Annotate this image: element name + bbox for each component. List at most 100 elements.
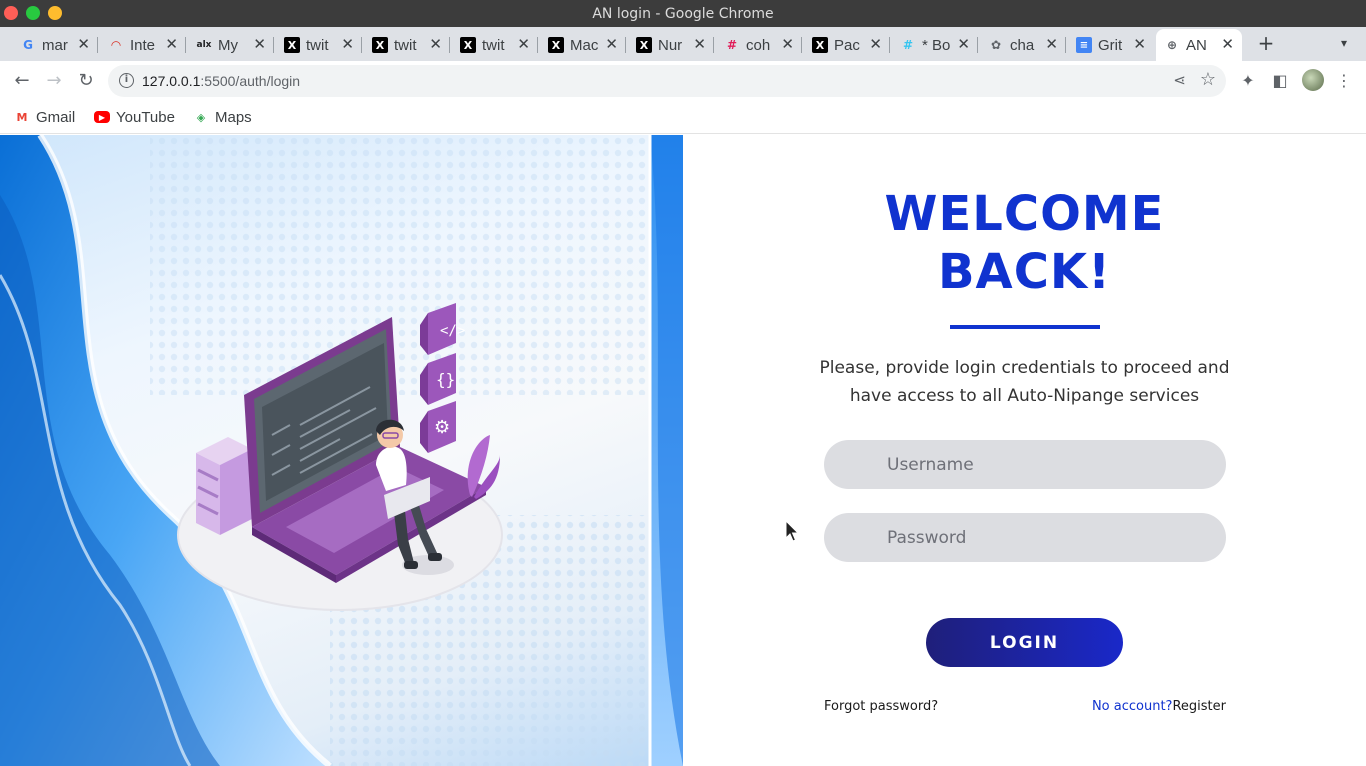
openai-icon: ✿ <box>990 38 1002 52</box>
close-icon[interactable]: ✕ <box>1045 35 1058 53</box>
x-icon: X <box>284 37 300 53</box>
close-icon[interactable]: ✕ <box>869 35 882 53</box>
tab-chatgpt[interactable]: ✿ cha ✕ <box>980 29 1066 61</box>
forgot-password-link[interactable]: Forgot password? <box>824 699 938 714</box>
tab-twitter-1[interactable]: X twit ✕ <box>276 29 362 61</box>
share-icon[interactable]: ⋖ <box>1173 71 1186 89</box>
close-icon[interactable]: ✕ <box>957 35 970 53</box>
close-icon[interactable]: ✕ <box>781 35 794 53</box>
bookmark-label: Maps <box>215 108 252 126</box>
slack-icon: # <box>902 38 914 52</box>
close-icon[interactable]: ✕ <box>77 35 90 53</box>
login-subtitle: Please, provide login credentials to pro… <box>819 358 1230 406</box>
window-title: AN login - Google Chrome <box>592 6 774 22</box>
x-icon: X <box>372 37 388 53</box>
side-panel-icon[interactable]: ◧ <box>1268 69 1292 93</box>
tab-strip: G mar ✕ ◠ Inte ✕ alx My ✕ X twit ✕ X twi… <box>0 27 1366 61</box>
svg-text:⚙: ⚙ <box>434 417 450 438</box>
forward-button[interactable]: → <box>42 69 66 93</box>
tab-label: Nur <box>658 36 683 54</box>
tab-slack-coh[interactable]: # coh ✕ <box>716 29 802 61</box>
close-icon[interactable]: ✕ <box>1133 35 1146 53</box>
password-input[interactable] <box>824 513 1226 562</box>
reload-button[interactable]: ↻ <box>74 69 98 93</box>
youtube-icon: ▶ <box>94 111 110 123</box>
server-stack-illustration <box>196 437 252 535</box>
bookmark-label: YouTube <box>116 108 175 126</box>
bookmark-label: Gmail <box>36 108 76 126</box>
maps-icon: ◈ <box>196 110 206 124</box>
tab-alx[interactable]: alx My ✕ <box>188 29 274 61</box>
tab-label: My <box>218 36 238 54</box>
tab-slack-bo[interactable]: # * Bo ✕ <box>892 29 978 61</box>
google-icon: G <box>23 38 33 52</box>
speedometer-icon: ◠ <box>111 38 121 52</box>
slack-icon: # <box>726 38 738 52</box>
tab-label: coh <box>746 36 771 54</box>
login-panel: WELCOME BACK! Please, provide login cred… <box>683 135 1366 766</box>
x-icon: X <box>812 37 828 53</box>
close-icon[interactable]: ✕ <box>517 35 530 53</box>
close-icon[interactable]: ✕ <box>429 35 442 53</box>
address-bar[interactable]: i 127.0.0.1:5500/auth/login ⋖ ☆ <box>108 65 1226 97</box>
tab-label: AN <box>1186 36 1207 54</box>
tab-twitter-2[interactable]: X twit ✕ <box>364 29 450 61</box>
url-text[interactable]: 127.0.0.1:5500/auth/login <box>142 73 300 89</box>
username-input[interactable] <box>824 440 1226 489</box>
hero-artwork: </> {} ⚙ <box>0 135 683 766</box>
tab-search-chevron-icon[interactable]: ▾ <box>1336 27 1352 59</box>
close-icon[interactable]: ✕ <box>1221 35 1234 53</box>
tab-an-login[interactable]: ⊕ AN ✕ <box>1156 29 1242 61</box>
tab-label: Pac <box>834 36 860 54</box>
tab-label: twit <box>394 36 417 54</box>
mouse-cursor-icon <box>785 520 799 542</box>
profile-avatar[interactable] <box>1302 69 1324 91</box>
register-prompt: No account?Register <box>1085 699 1226 714</box>
close-icon[interactable]: ✕ <box>165 35 178 53</box>
close-icon[interactable]: ✕ <box>341 35 354 53</box>
welcome-heading-line1: WELCOME <box>884 186 1165 242</box>
tab-label: Mac <box>570 36 599 54</box>
new-tab-button[interactable]: + <box>1256 27 1276 59</box>
x-icon: X <box>636 37 652 53</box>
login-page: </> {} ⚙ WELCOME BACK! Please, provide l… <box>0 135 1366 766</box>
tab-twitter-pac[interactable]: X Pac ✕ <box>804 29 890 61</box>
bookmark-maps[interactable]: ◈ Maps <box>193 107 252 127</box>
alx-icon: alx <box>196 40 212 50</box>
tab-label: mar <box>42 36 68 54</box>
tab-label: Grit <box>1098 36 1123 54</box>
bookmark-star-icon[interactable]: ☆ <box>1200 69 1216 90</box>
tab-label: twit <box>306 36 329 54</box>
window-title-bar: AN login - Google Chrome <box>0 0 1366 27</box>
extensions-puzzle-icon[interactable]: ✦ <box>1236 69 1260 93</box>
tab-speedtest[interactable]: ◠ Inte ✕ <box>100 29 186 61</box>
tab-google[interactable]: G mar ✕ <box>12 29 98 61</box>
login-button[interactable]: LOGIN <box>926 618 1123 667</box>
chrome-menu-icon[interactable]: ⋮ <box>1332 69 1356 93</box>
tab-label: cha <box>1010 36 1035 54</box>
close-icon[interactable]: ✕ <box>693 35 706 53</box>
x-icon: X <box>548 37 564 53</box>
heading-underline <box>950 325 1100 329</box>
welcome-heading-line2: BACK! <box>937 244 1112 300</box>
bookmarks-bar: M Gmail ▶ YouTube ◈ Maps <box>0 101 1366 134</box>
url-host: 127.0.0.1 <box>142 73 201 89</box>
tab-label: twit <box>482 36 505 54</box>
close-icon[interactable]: ✕ <box>253 35 266 53</box>
hero-illustration: </> {} ⚙ <box>0 135 683 766</box>
gmail-icon: M <box>16 110 28 124</box>
url-path: :5500/auth/login <box>200 73 301 89</box>
tab-twitter-mac[interactable]: X Mac ✕ <box>540 29 626 61</box>
tab-label: * Bo <box>922 36 951 54</box>
bookmark-gmail[interactable]: M Gmail <box>14 107 76 127</box>
globe-icon: ⊕ <box>1166 38 1178 52</box>
svg-text:{}: {} <box>436 370 455 389</box>
bookmark-youtube[interactable]: ▶ YouTube <box>94 107 175 127</box>
site-info-icon[interactable]: i <box>119 73 134 88</box>
tab-twitter-3[interactable]: X twit ✕ <box>452 29 538 61</box>
register-link[interactable]: Register <box>1172 699 1226 714</box>
tab-google-docs[interactable]: ≡ Grit ✕ <box>1068 29 1154 61</box>
tab-twitter-nur[interactable]: X Nur ✕ <box>628 29 714 61</box>
back-button[interactable]: ← <box>10 69 34 93</box>
close-icon[interactable]: ✕ <box>605 35 618 53</box>
